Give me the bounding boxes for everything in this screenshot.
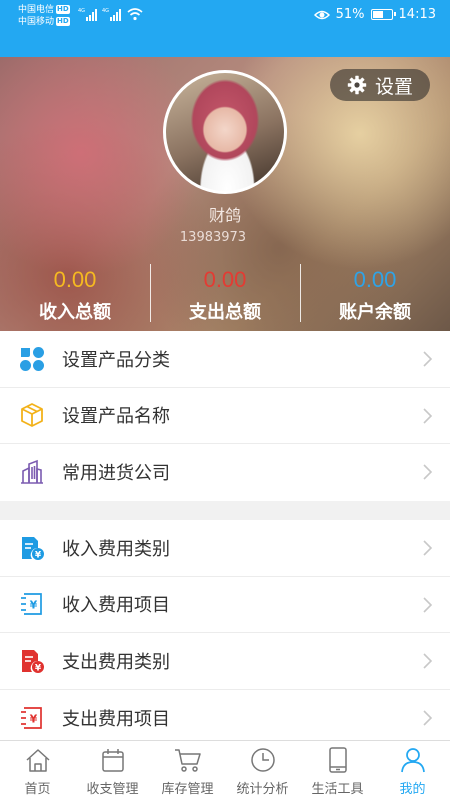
tab-label: 收支管理	[86, 782, 139, 797]
phone-number: 13983973	[179, 230, 247, 245]
chevron-right-icon	[423, 709, 433, 726]
tab-tools[interactable]: 生活工具	[300, 741, 375, 800]
avatar[interactable]	[163, 70, 287, 194]
calendar-icon	[101, 749, 124, 772]
menu-label: 支出费用项目	[62, 708, 170, 730]
balance-label: 账户余额	[339, 302, 411, 323]
status-right: 51% 14:13	[313, 7, 436, 22]
person-icon	[400, 748, 425, 773]
stats-row: 0.00 收入总额 0.00 支出总额 0.00 账户余额	[0, 260, 450, 326]
menu-label: 收入费用类别	[62, 538, 170, 560]
tab-statistics[interactable]: 统计分析	[225, 741, 300, 800]
chevron-right-icon	[423, 653, 433, 669]
tab-finance[interactable]: 收支管理	[75, 741, 150, 800]
tab-label: 库存管理	[161, 782, 214, 797]
stat-income[interactable]: 0.00 收入总额	[0, 260, 150, 326]
chevron-right-icon	[423, 351, 433, 367]
status-bar: 中国电信 HD 中国移动 HD 4G 4G 51% 14:13	[0, 0, 450, 57]
expense-total-label: 支出总额	[189, 302, 261, 323]
menu-group-products: 设置产品分类 设置产品名称 常用进货公司	[0, 331, 450, 501]
tab-mine[interactable]: 我的	[375, 741, 450, 800]
username: 财鸽	[208, 206, 241, 225]
svg-text:4G: 4G	[102, 8, 109, 14]
menu-label: 常用进货公司	[62, 463, 170, 485]
svg-text:¥: ¥	[35, 550, 42, 560]
chevron-right-icon	[423, 464, 433, 480]
tab-label: 首页	[24, 782, 51, 797]
carrier-info: 中国电信 HD 中国移动 HD	[18, 4, 70, 28]
income-total-label: 收入总额	[39, 302, 111, 323]
tab-home[interactable]: 首页	[0, 741, 75, 800]
menu-label: 收入费用项目	[62, 595, 170, 617]
svg-text:¥: ¥	[30, 599, 38, 612]
svg-text:¥: ¥	[30, 712, 38, 725]
building-icon	[18, 458, 46, 486]
menu-item-expense-category[interactable]: ¥ 支出费用类别	[0, 633, 450, 690]
tab-label: 生活工具	[311, 782, 364, 797]
balance-value: 0.00	[353, 267, 397, 292]
bottom-tab-bar: 首页 收支管理 库存管理 统计分析 生活工具 我的	[0, 740, 450, 800]
tab-label: 我的	[399, 782, 426, 797]
gear-icon	[347, 75, 367, 95]
svg-text:4G: 4G	[78, 8, 85, 14]
cart-icon	[174, 749, 201, 772]
svg-text:¥: ¥	[35, 663, 42, 673]
stat-expense[interactable]: 0.00 支出总额	[150, 260, 300, 326]
income-total-value: 0.00	[53, 267, 97, 292]
income-category-icon: ¥	[18, 534, 46, 562]
tab-inventory[interactable]: 库存管理	[150, 741, 225, 800]
chevron-right-icon	[423, 596, 433, 613]
box-icon	[18, 401, 46, 429]
expense-item-icon: ¥	[18, 704, 46, 732]
expense-total-value: 0.00	[203, 267, 247, 292]
menu-label: 支出费用类别	[62, 651, 170, 673]
battery-percent: 51%	[335, 7, 365, 22]
menu-item-supplier[interactable]: 常用进货公司	[0, 444, 450, 501]
hd-badge-1: HD	[56, 5, 70, 14]
carrier-2: 中国移动	[18, 17, 55, 27]
chevron-right-icon	[423, 407, 433, 424]
eye-icon	[313, 10, 330, 19]
menu-item-product-name[interactable]: 设置产品名称	[0, 388, 450, 444]
profile-header: 设置 财鸽 13983973 0.00 收入总额 0.00 支出总额 0.00 …	[0, 57, 450, 331]
stat-balance[interactable]: 0.00 账户余额	[300, 260, 450, 326]
menu-item-product-category[interactable]: 设置产品分类	[0, 331, 450, 388]
clock-time: 14:13	[398, 7, 436, 22]
menu-item-income-item[interactable]: ¥ 收入费用项目	[0, 577, 450, 633]
tab-label: 统计分析	[236, 782, 289, 797]
clock-icon	[250, 748, 275, 772]
chevron-right-icon	[423, 540, 433, 556]
battery-icon	[370, 9, 396, 20]
category-icon	[18, 345, 46, 373]
signal-wifi-icon: 4G 4G	[78, 8, 143, 21]
settings-button[interactable]: 设置	[330, 69, 430, 101]
phone-icon	[328, 747, 347, 773]
home-icon	[25, 749, 50, 772]
menu-item-income-category[interactable]: ¥ 收入费用类别	[0, 520, 450, 577]
expense-category-icon: ¥	[18, 647, 46, 675]
settings-label: 设置	[374, 75, 413, 98]
carrier-1: 中国电信	[18, 5, 55, 15]
hd-badge-2: HD	[56, 17, 70, 26]
menu-label: 设置产品名称	[62, 406, 170, 428]
menu-label: 设置产品分类	[62, 349, 170, 371]
menu-group-fees: ¥ 收入费用类别 ¥ 收入费用项目 ¥ 支出费用类别 ¥ 支出费用项目	[0, 520, 450, 746]
menu-item-expense-item[interactable]: ¥ 支出费用项目	[0, 690, 450, 747]
income-item-icon: ¥	[18, 590, 46, 618]
